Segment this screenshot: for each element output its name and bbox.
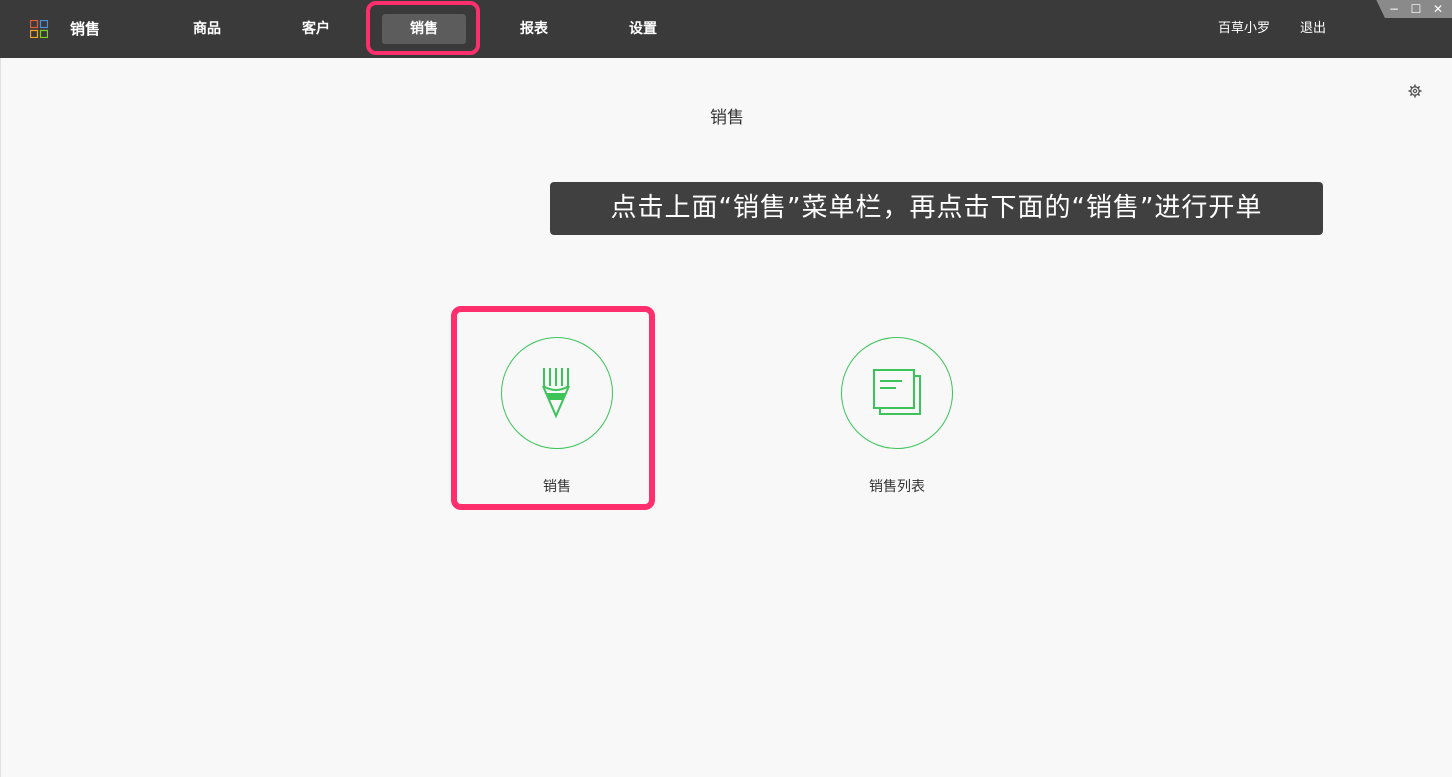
tile-sales-list-circle — [841, 337, 953, 449]
document-list-icon — [873, 369, 921, 415]
logout-link[interactable]: 退出 — [1300, 18, 1326, 40]
maximize-icon[interactable]: ☐ — [1408, 1, 1424, 17]
nav-item-customers[interactable]: 客户 — [294, 14, 338, 44]
minimize-icon[interactable]: − — [1386, 1, 1402, 17]
user-name[interactable]: 百草小罗 — [1218, 18, 1270, 40]
main-content: 销售 点击上面“销售”菜单栏，再点击下面的“销售”进行开单 销售 销售列表 — [0, 58, 1452, 777]
gear-icon[interactable] — [1408, 84, 1422, 98]
top-navigation-bar: 销售 商品 客户 销售 报表 设置 百草小罗 退出 − ☐ ✕ — [0, 0, 1452, 58]
nav-item-sales[interactable]: 销售 — [382, 14, 466, 44]
nav-item-settings[interactable]: 设置 — [621, 14, 665, 44]
app-grid-icon[interactable] — [30, 20, 48, 38]
tile-sales[interactable]: 销售 — [501, 337, 613, 497]
nav-item-reports[interactable]: 报表 — [512, 14, 556, 44]
app-title: 销售 — [70, 20, 101, 38]
tile-sales-list[interactable]: 销售列表 — [841, 337, 953, 497]
nav-item-products[interactable]: 商品 — [185, 14, 229, 44]
close-icon[interactable]: ✕ — [1430, 1, 1446, 17]
window-controls: − ☐ ✕ — [1366, 0, 1452, 18]
pencil-icon — [542, 368, 570, 419]
page-title: 销售 — [710, 108, 744, 128]
tile-sales-circle — [501, 337, 613, 449]
instruction-tooltip: 点击上面“销售”菜单栏，再点击下面的“销售”进行开单 — [550, 182, 1323, 235]
tile-sales-label: 销售 — [543, 479, 571, 495]
tile-sales-list-label: 销售列表 — [869, 479, 925, 495]
